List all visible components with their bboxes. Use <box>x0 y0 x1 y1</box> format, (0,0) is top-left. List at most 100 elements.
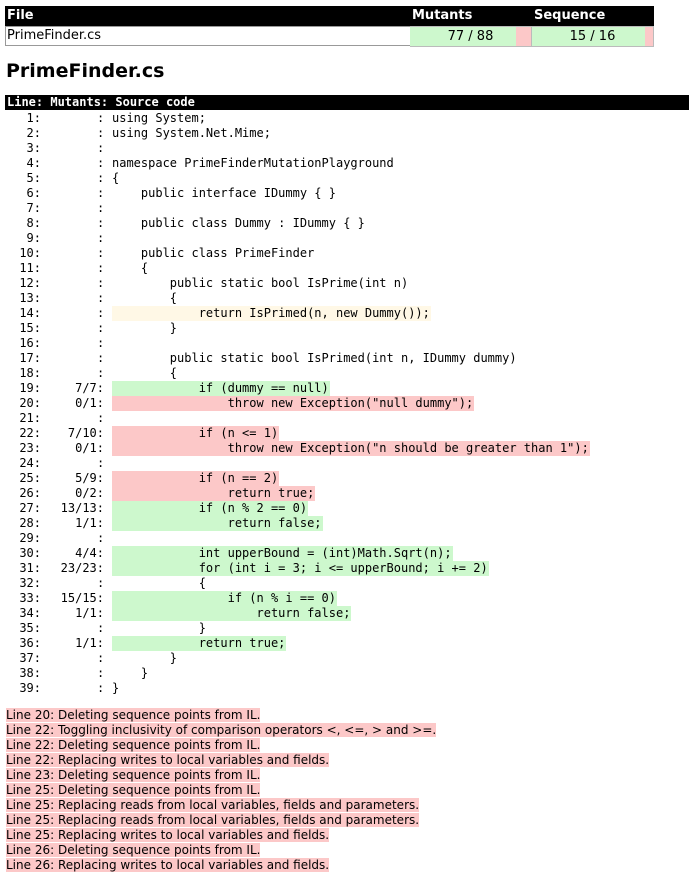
source-code-listing: 1:: using System; 2:: using System.Net.Mime… <box>0 111 700 696</box>
line-number: 8: <box>26 216 41 230</box>
source-line: 31: 23/23: for (int i = 3; i <= upperBoun… <box>0 561 700 576</box>
source-line: 38:: } <box>0 666 700 681</box>
line-number: 27: <box>19 501 41 515</box>
mutation-message: Line 25: Replacing reads from local vari… <box>6 813 436 828</box>
line-number: 32: <box>19 576 41 590</box>
separator: : <box>97 681 105 695</box>
source-code: using System.Net.Mime; <box>112 126 271 140</box>
line-number: 1: <box>26 111 41 125</box>
source-code: public static bool IsPrimed(int n, IDumm… <box>112 351 517 365</box>
source-line: 4:: namespace PrimeFinderMutationPlaygrou… <box>0 156 700 171</box>
source-line: 28: 1/1: return false; <box>0 516 700 531</box>
source-line: 35:: } <box>0 621 700 636</box>
mutation-message-text: Line 22: Deleting sequence points from I… <box>6 738 261 752</box>
line-number: 11: <box>19 261 41 275</box>
separator: : <box>97 261 105 275</box>
source-line: 8:: public class Dummy : IDummy { } <box>0 216 700 231</box>
source-code: } <box>112 681 120 695</box>
mutant-count: 1/1: <box>75 636 104 650</box>
mutation-message-text: Line 20: Deleting sequence points from I… <box>6 708 261 722</box>
mutant-count: 0/1: <box>75 441 104 455</box>
source-code: return IsPrimed(n, new Dummy()); <box>112 306 431 321</box>
file-column-header: File <box>7 8 34 23</box>
source-line: 20: 0/1: throw new Exception("null dummy"… <box>0 396 700 411</box>
source-line: 24:: <box>0 456 700 471</box>
mutation-message: Line 25: Replacing writes to local varia… <box>6 828 436 843</box>
mutant-count: 1/1: <box>75 516 104 530</box>
source-line: 13:: { <box>0 291 700 306</box>
sequence-points-progress-text: 15 / 16 <box>569 29 616 44</box>
source-line: 12:: public static bool IsPrime(int n) <box>0 276 700 291</box>
source-code: using System; <box>112 111 206 125</box>
source-code: namespace PrimeFinderMutationPlayground <box>112 156 394 170</box>
separator: : <box>97 126 105 140</box>
source-code: return true; <box>112 636 287 651</box>
separator: : <box>97 351 105 365</box>
source-line: 6:: public interface IDummy { } <box>0 186 700 201</box>
mutation-message: Line 22: Toggling inclusivity of compari… <box>6 723 437 738</box>
mutant-count: 7/10: <box>67 426 104 440</box>
source-code: if (n % i == 0) <box>112 591 337 606</box>
source-code: { <box>112 261 149 275</box>
source-line: 2:: using System.Net.Mime; <box>0 126 700 141</box>
source-code: if (n == 2) <box>112 471 280 486</box>
mutants-progress-text: 77 / 88 <box>447 29 494 44</box>
source-code: return false; <box>112 516 323 531</box>
source-line: 39::} <box>0 681 700 696</box>
separator: : <box>97 306 105 320</box>
summary-table: File Mutants Sequence points PrimeFinder… <box>5 6 654 47</box>
separator: : <box>97 456 105 470</box>
source-code: if (dummy == null) <box>112 381 330 396</box>
mutation-message: Line 23: Deleting sequence points from I… <box>6 768 436 783</box>
separator: : <box>97 141 105 155</box>
source-line: 19: 7/7: if (dummy == null) <box>0 381 700 396</box>
mutant-count: 13/13: <box>60 501 104 515</box>
separator: : <box>97 111 105 125</box>
line-number: 18: <box>19 366 41 380</box>
source-code: for (int i = 3; i <= upperBound; i += 2) <box>112 561 489 576</box>
source-code: return true; <box>112 486 316 501</box>
source-code: { <box>112 576 206 590</box>
source-line: 34: 1/1: return false; <box>0 606 700 621</box>
line-number: 2: <box>26 126 41 140</box>
line-number: 19: <box>19 381 41 395</box>
source-line: 5:: { <box>0 171 700 186</box>
line-number: 3: <box>26 141 41 155</box>
separator: : <box>97 411 105 425</box>
source-line: 25: 5/9: if (n == 2) <box>0 471 700 486</box>
line-number: 6: <box>26 186 41 200</box>
separator: : <box>97 321 105 335</box>
line-number: 37: <box>19 651 41 665</box>
file-cell: PrimeFinder.cs <box>5 26 412 46</box>
mutant-count: 1/1: <box>75 606 104 620</box>
file-link[interactable]: PrimeFinder.cs <box>7 28 101 43</box>
separator: : <box>97 231 105 245</box>
line-number: 22: <box>19 426 41 440</box>
source-code: throw new Exception("null dummy"); <box>112 396 475 411</box>
separator: : <box>97 531 105 545</box>
source-code: } <box>112 621 206 635</box>
mutation-message: Line 26: Replacing writes to local varia… <box>6 858 436 873</box>
source-line: 14:: return IsPrimed(n, new Dummy()); <box>0 306 700 321</box>
mutation-message-text: Line 25: Deleting sequence points from I… <box>6 783 261 797</box>
separator: : <box>97 246 105 260</box>
source-code: if (n % 2 == 0) <box>112 501 309 516</box>
line-number: 7: <box>26 201 41 215</box>
source-line: 10:: public class PrimeFinder <box>0 246 700 261</box>
source-code: { <box>112 291 178 305</box>
line-number: 39: <box>19 681 41 695</box>
source-line: 17:: public static bool IsPrimed(int n, … <box>0 351 700 366</box>
source-line: 18:: { <box>0 366 700 381</box>
line-number: 23: <box>19 441 41 455</box>
source-line: 7:: <box>0 201 700 216</box>
source-line: 27: 13/13: if (n % 2 == 0) <box>0 501 700 516</box>
source-code: public interface IDummy { } <box>112 186 336 200</box>
line-number: 16: <box>19 336 41 350</box>
summary-row: PrimeFinder.cs 77 / 88 15 / 16 <box>5 26 654 47</box>
line-number: 36: <box>19 636 41 650</box>
source-code: } <box>112 651 178 665</box>
line-number: 10: <box>19 246 41 260</box>
mutation-message-text: Line 25: Replacing reads from local vari… <box>6 798 420 812</box>
mutant-count: 5/9: <box>75 471 104 485</box>
separator: : <box>97 201 105 215</box>
